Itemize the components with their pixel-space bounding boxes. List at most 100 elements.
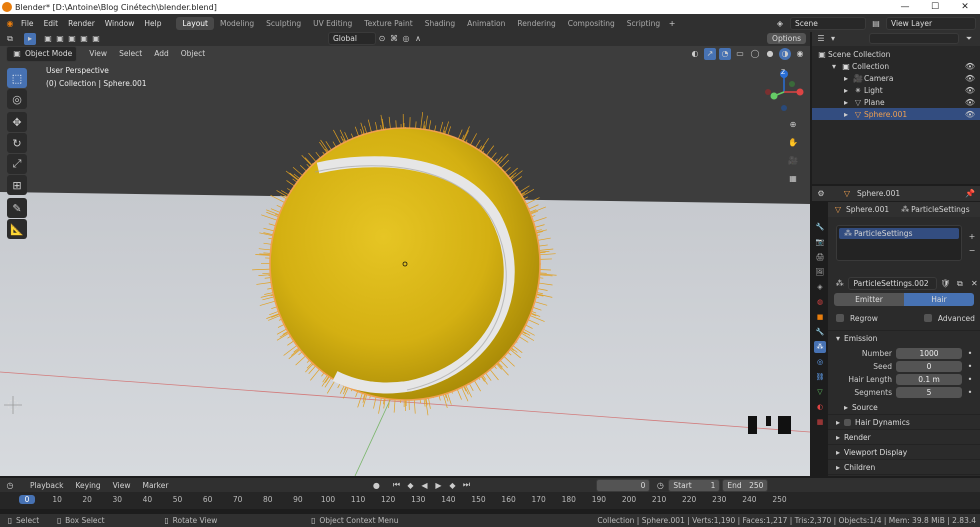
particle-settings-browse-icon[interactable]: ⁂: [834, 278, 845, 290]
measure-tool-icon[interactable]: 📐: [7, 219, 27, 239]
tab-compositing[interactable]: Compositing: [562, 17, 621, 30]
keyframe-dot-icon[interactable]: •: [964, 348, 976, 360]
remove-slot-icon[interactable]: −: [966, 244, 978, 256]
rendered-shading-icon[interactable]: ◉: [794, 48, 806, 60]
chevron-right-icon[interactable]: ▸: [840, 108, 852, 120]
camera-view-icon[interactable]: 🎥: [787, 154, 799, 166]
timeline-menu-view[interactable]: View: [107, 481, 137, 490]
properties-editor-icon[interactable]: ⚙: [815, 188, 827, 200]
outliner-item-plane[interactable]: ▸ ▽ Plane 👁: [812, 96, 980, 108]
visibility-eye-icon[interactable]: 👁: [964, 72, 976, 84]
particles-tab-icon[interactable]: ⁂: [814, 341, 826, 353]
texture-tab-icon[interactable]: ▦: [814, 416, 826, 428]
tab-texture-paint[interactable]: Texture Paint: [358, 17, 418, 30]
timeline-editor-icon[interactable]: ◷: [4, 479, 16, 491]
snap-icon[interactable]: ⌘: [388, 33, 400, 45]
particle-system-listbox[interactable]: ⁂ ParticleSettings: [836, 225, 962, 261]
field-value-input[interactable]: 0.1 m: [896, 374, 962, 385]
particle-system-item[interactable]: ⁂ ParticleSettings: [839, 228, 959, 239]
wireframe-shading-icon[interactable]: ◯: [749, 48, 761, 60]
editor-type-icon[interactable]: ⧉: [4, 33, 16, 45]
current-frame-field[interactable]: 0: [596, 478, 651, 492]
duplicate-icon[interactable]: ⧉: [954, 278, 965, 290]
tab-uv-editing[interactable]: UV Editing: [307, 17, 358, 30]
maximize-button[interactable]: ☐: [920, 2, 950, 12]
outliner-editor-icon[interactable]: ☰: [815, 33, 827, 45]
output-tab-icon[interactable]: 🖨: [814, 251, 826, 263]
cursor-tool-icon[interactable]: ◎: [7, 89, 27, 109]
play-icon[interactable]: ▶: [432, 479, 444, 491]
field-value-input[interactable]: 1000: [896, 348, 962, 359]
modifier-tab-icon[interactable]: 🔧: [814, 326, 826, 338]
record-icon[interactable]: ●: [370, 479, 382, 491]
keyframe-dot-icon[interactable]: •: [964, 374, 976, 386]
scene-field[interactable]: Scene: [790, 16, 866, 30]
material-shading-icon[interactable]: ◑: [779, 47, 791, 60]
timeline-menu-marker[interactable]: Marker: [136, 481, 174, 490]
pivot-icon[interactable]: ⊙: [376, 33, 388, 45]
range-icon[interactable]: ◷: [654, 479, 666, 491]
gizmo-toggle-icon[interactable]: ↗: [704, 47, 716, 60]
fake-user-icon[interactable]: 🛡: [940, 278, 951, 290]
select-tool-icon[interactable]: ⬚: [7, 68, 27, 88]
physics-tab-icon[interactable]: ◎: [814, 356, 826, 368]
constraints-tab-icon[interactable]: ⛓: [814, 371, 826, 383]
outliner-search-input[interactable]: [869, 33, 959, 44]
advanced-checkbox[interactable]: [923, 314, 932, 322]
tab-animation[interactable]: Animation: [461, 17, 511, 30]
outliner-item-sphere-001[interactable]: ▸ ▽ Sphere.001 👁: [812, 108, 980, 120]
timeline-menu-playback[interactable]: Playback: [24, 481, 69, 490]
viewport-menu-view[interactable]: View: [83, 49, 113, 58]
particle-settings-name-field[interactable]: ParticleSettings.002: [848, 277, 937, 290]
tab-shading[interactable]: Shading: [419, 17, 461, 30]
start-frame-field[interactable]: Start 1: [668, 478, 721, 492]
outliner-item-light[interactable]: ▸ ✷ Light 👁: [812, 84, 980, 96]
tab-scripting[interactable]: Scripting: [621, 17, 666, 30]
move-tool-icon[interactable]: ✥: [7, 112, 27, 132]
keyframe-dot-icon[interactable]: •: [964, 361, 976, 373]
timeline-menu-keying[interactable]: Keying: [69, 481, 106, 490]
tab-rendering[interactable]: Rendering: [511, 17, 561, 30]
scale-tool-icon[interactable]: ⤢: [7, 154, 27, 174]
current-frame-marker[interactable]: 0: [19, 495, 35, 504]
viewport-menu-select[interactable]: Select: [113, 49, 148, 58]
view-layer-field[interactable]: View Layer: [886, 16, 976, 30]
transform-orientation-dropdown[interactable]: Global: [328, 32, 376, 45]
scene-tab-icon[interactable]: ◈: [814, 281, 826, 293]
timeline-ruler[interactable]: 0 10 20 30 40 50 60 70 80 90 100 110 120 130 140 150 160…: [0, 492, 980, 509]
tab-sculpting[interactable]: Sculpting: [260, 17, 307, 30]
render-tab-icon[interactable]: 📷: [814, 236, 826, 248]
tab-modeling[interactable]: Modeling: [214, 17, 260, 30]
menu-render[interactable]: Render: [63, 19, 100, 28]
regrow-checkbox[interactable]: [836, 314, 844, 322]
solid-shading-icon[interactable]: ●: [764, 48, 776, 60]
emission-section[interactable]: ▾ Emission: [828, 330, 980, 345]
jump-end-icon[interactable]: ⏭: [460, 479, 472, 491]
options-dropdown[interactable]: Options: [767, 33, 806, 44]
tab-layout[interactable]: Layout: [176, 16, 214, 30]
visibility-eye-icon[interactable]: 👁: [964, 108, 976, 120]
menu-help[interactable]: Help: [139, 19, 166, 28]
3d-viewport[interactable]: User Perspective (0) Collection | Sphere…: [0, 46, 810, 476]
jump-start-icon[interactable]: ⏮: [390, 479, 402, 491]
visibility-eye-icon[interactable]: 👁: [964, 60, 976, 72]
chevron-right-icon[interactable]: ▸: [840, 96, 852, 108]
select-subtract-icon[interactable]: ▣: [66, 33, 78, 45]
menu-window[interactable]: Window: [100, 19, 140, 28]
end-frame-field[interactable]: End 250: [722, 478, 769, 492]
unlink-icon[interactable]: ✕: [969, 278, 980, 290]
source-section[interactable]: ▸ Source: [828, 401, 980, 414]
chevron-right-icon[interactable]: ▸: [840, 84, 852, 96]
visibility-eye-icon[interactable]: 👁: [964, 96, 976, 108]
chevron-down-icon[interactable]: ▾: [828, 60, 840, 72]
minimize-button[interactable]: —: [890, 2, 920, 12]
field-value-input[interactable]: 5: [896, 387, 962, 398]
outliner-item-collection[interactable]: ▾ ▣ Collection 👁: [812, 60, 980, 72]
blender-menu-icon[interactable]: ◉: [4, 17, 16, 29]
emitter-button[interactable]: Emitter: [834, 293, 904, 306]
view-layer-tab-icon[interactable]: 🖼: [814, 266, 826, 278]
material-tab-icon[interactable]: ◐: [814, 401, 826, 413]
proportional-edit-icon[interactable]: ◎: [400, 33, 412, 45]
section-children[interactable]: ▸ Children: [828, 459, 980, 474]
overlay-toggle-icon[interactable]: ◔: [719, 47, 731, 60]
